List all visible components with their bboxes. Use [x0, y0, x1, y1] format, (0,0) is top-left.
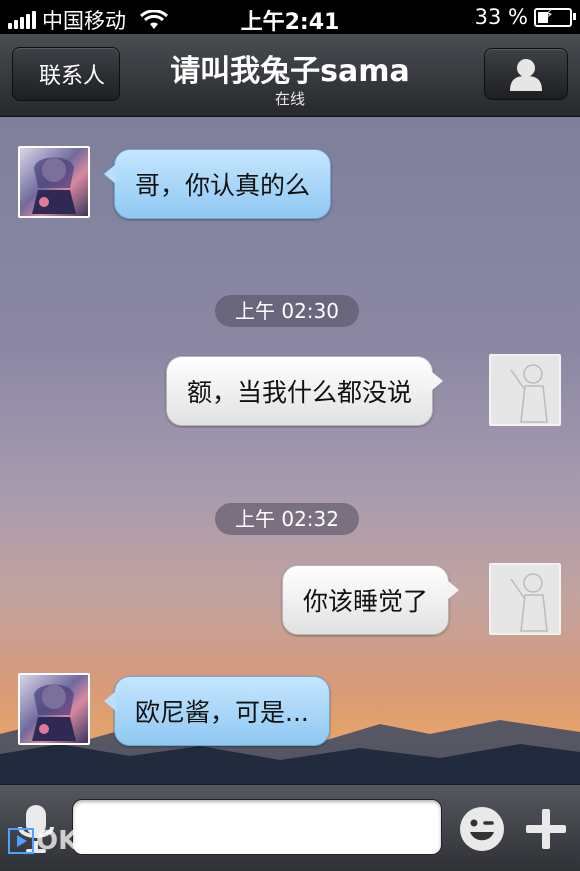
back-button-label: 联系人 [38, 64, 105, 89]
message-text: 欧尼酱，可是... [135, 698, 309, 727]
watermark: OKO.CO [8, 826, 150, 856]
message-text: 哥，你认真的么 [135, 171, 311, 200]
plus-icon[interactable] [522, 805, 570, 853]
watermark-text: OKO.CO [36, 826, 150, 856]
timestamp: 上午 02:30 [215, 295, 359, 327]
contact-avatar[interactable] [18, 146, 90, 218]
message-bubble-incoming[interactable]: 哥，你认真的么 [103, 149, 332, 219]
message-bubble-outgoing[interactable]: 你该睡觉了 [282, 565, 460, 635]
battery-icon: ⚡ [534, 6, 576, 27]
watermark-logo-icon [8, 828, 34, 854]
anime-avatar-image [32, 157, 76, 214]
message-bubble-outgoing[interactable]: 额，当我什么都没说 [166, 356, 444, 426]
person-icon [510, 59, 542, 91]
timestamp: 上午 02:32 [215, 503, 359, 535]
sketch-avatar-image [510, 364, 548, 423]
anime-avatar-image [32, 684, 76, 741]
my-avatar[interactable] [489, 563, 561, 635]
nav-bar: 联系人 请叫我兔子sama 在线 [0, 34, 580, 117]
message-text: 你该睡觉了 [303, 587, 429, 616]
message-text: 额，当我什么都没说 [187, 378, 413, 407]
my-avatar[interactable] [489, 354, 561, 426]
status-right: 33 % ⚡ [474, 5, 576, 29]
profile-button[interactable] [484, 48, 568, 100]
charging-icon: ⚡ [544, 6, 554, 23]
chat-area[interactable]: 哥，你认真的么 上午 02:30 额，当我什么都没说 上午 02:32 你该睡觉… [0, 117, 580, 784]
sketch-avatar-image [510, 573, 548, 632]
battery-percent: 33 % [474, 5, 528, 29]
status-bar: 中国移动 上午2:41 33 % ⚡ [0, 0, 580, 35]
emoji-icon[interactable] [458, 805, 506, 853]
message-bubble-incoming[interactable]: 欧尼酱，可是... [104, 676, 330, 746]
contact-avatar[interactable] [18, 673, 90, 745]
